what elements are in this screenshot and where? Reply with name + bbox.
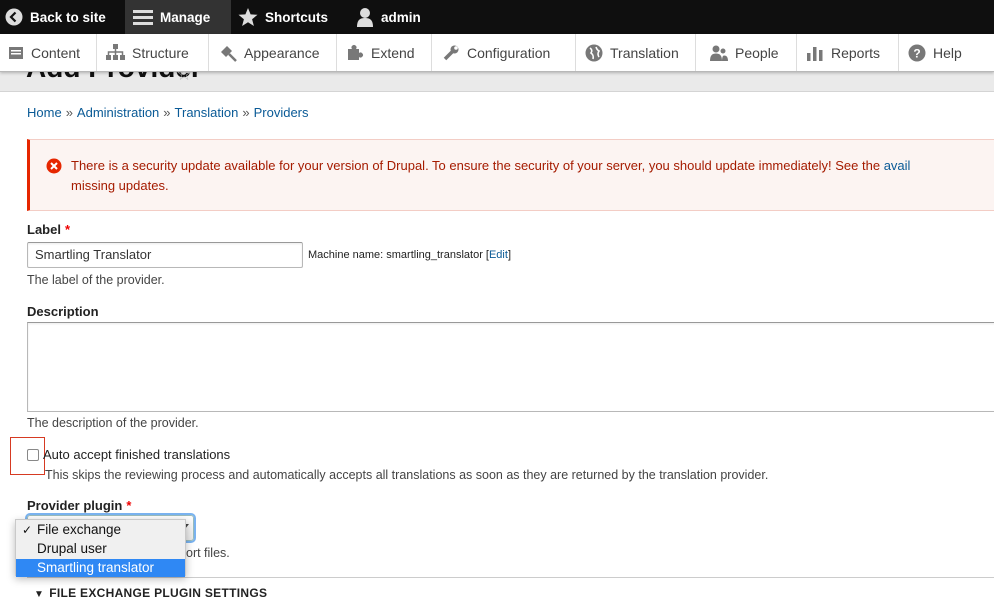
details-summary[interactable]: ▼ FILE EXCHANGE PLUGIN SETTINGS [34,586,267,599]
tray-item-structure[interactable]: Structure [97,34,209,71]
checkmark-icon: ✓ [22,523,33,537]
label-description: The label of the provider. [27,273,165,287]
error-icon [46,158,62,174]
svg-text:?: ? [913,46,920,60]
tray-item-content[interactable]: Content [0,34,97,71]
back-arrow-icon [5,8,23,26]
breadcrumb-administration[interactable]: Administration [77,105,159,120]
tray-item-appearance-label: Appearance [244,44,320,61]
back-to-site-link[interactable]: Back to site [5,0,106,34]
user-tab[interactable]: admin [356,0,421,34]
configuration-icon [443,45,459,60]
breadcrumb-separator: » [242,105,250,120]
auto-accept-label[interactable]: Auto accept finished translations [43,447,230,462]
tray-item-content-label: Content [31,44,81,61]
tray-item-people-label: People [735,44,779,61]
tray-item-extend-label: Extend [371,44,415,61]
description-field-title: Description [27,304,99,319]
tray-item-help-label: Help [933,44,962,61]
provider-plugin-title-text: Provider plugin [27,498,123,513]
tray-item-translation[interactable]: Translation [576,34,696,71]
tray-item-configuration-label: Configuration [467,44,551,61]
required-marker: * [64,222,71,237]
user-label: admin [381,9,421,25]
admin-tray: Content Structure Appearance Extend Conf… [0,34,994,72]
help-icon: ? [908,44,926,61]
breadcrumb: Home» Administration» Translation» Provider… [27,105,309,120]
breadcrumb-translation[interactable]: Translation [175,105,239,120]
option-label: File exchange [37,522,122,537]
provider-plugin-dropdown: ✓ File exchange Drupal user Smartling tra… [15,519,186,577]
available-updates-link[interactable]: avail [884,158,911,173]
description-help: The description of the provider. [27,416,199,430]
option-smartling-translator[interactable]: Smartling translator [16,559,185,577]
tray-item-extend[interactable]: Extend [337,34,432,71]
label-field-title: Label * [27,222,70,237]
manage-label: Manage [160,9,211,25]
breadcrumb-home[interactable]: Home [27,105,62,120]
machine-name-edit-link[interactable]: Edit [489,249,508,261]
breadcrumb-separator: » [65,105,73,120]
manage-tab[interactable]: Manage [125,0,231,34]
error-line1: There is a security update available for… [71,158,884,173]
page-header: Add Provider ☆ [0,72,994,92]
security-error-message: There is a security update available for… [27,139,994,211]
auto-accept-checkbox[interactable] [27,449,39,461]
provider-plugin-help: ort files. [186,546,230,560]
option-drupal-user[interactable]: Drupal user [16,540,185,558]
required-marker: * [126,498,132,513]
tray-item-structure-label: Structure [132,44,189,61]
machine-name: Machine name: smartling_translator [Edit… [308,249,511,261]
admin-toolbar: Back to site Manage Shortcuts admin [0,0,994,34]
option-label: Smartling translator [37,560,155,575]
option-file-exchange[interactable]: ✓ File exchange [16,521,185,539]
file-exchange-settings-details: ▼ FILE EXCHANGE PLUGIN SETTINGS [27,577,994,599]
back-to-site-label: Back to site [30,9,106,25]
machine-name-suffix: ] [507,249,511,261]
breadcrumb-providers[interactable]: Providers [254,105,309,120]
extend-icon [348,44,363,60]
tray-item-people[interactable]: People [696,34,797,71]
tray-item-reports-label: Reports [831,44,881,61]
appearance-icon [221,45,237,62]
structure-icon [106,44,125,60]
label-input[interactable]: Smartling Translator [27,242,303,268]
shortcuts-label: Shortcuts [265,9,329,25]
option-label: Drupal user [37,541,107,556]
details-summary-label: FILE EXCHANGE PLUGIN SETTINGS [49,586,268,599]
shortcuts-tab[interactable]: Shortcuts [238,0,328,34]
user-icon [357,8,373,27]
content-icon [9,46,23,59]
tray-item-reports[interactable]: Reports [797,34,899,71]
hamburger-icon [133,10,153,25]
tray-item-configuration[interactable]: Configuration [432,34,576,71]
error-line2: missing updates. [71,178,169,193]
triangle-down-icon: ▼ [34,589,45,599]
star-icon [238,7,258,26]
people-icon [710,45,728,61]
auto-accept-help: This skips the reviewing process and aut… [45,468,769,482]
machine-name-text: Machine name: smartling_translator [ [308,249,489,261]
reports-icon [807,46,823,61]
globe-icon [585,44,603,61]
breadcrumb-separator: » [163,105,171,120]
tray-item-translation-label: Translation [610,44,679,61]
shortcut-star-icon[interactable]: ☆ [176,72,192,85]
description-textarea[interactable] [27,322,994,412]
label-title-text: Label [27,222,61,237]
tray-item-help[interactable]: ? Help [899,34,994,71]
tray-item-appearance[interactable]: Appearance [209,34,337,71]
provider-plugin-title: Provider plugin * [27,498,131,513]
error-text: There is a security update available for… [71,156,991,196]
